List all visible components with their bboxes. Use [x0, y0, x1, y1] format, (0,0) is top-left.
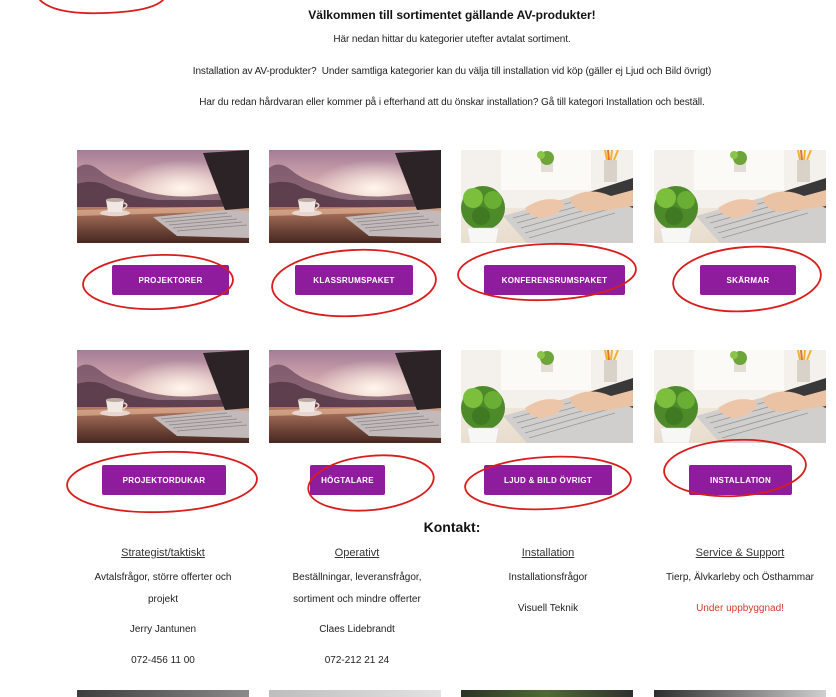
category-tile-hogtalare[interactable] — [269, 350, 441, 443]
contact-phone: 072-456 11 00 — [131, 655, 195, 666]
page-title: Välkommen till sortimentet gällande AV-p… — [308, 8, 596, 22]
contact-phone: 072-212 21 24 — [324, 655, 390, 666]
category-button-projektorer[interactable]: PROJEKTORER — [112, 265, 229, 295]
typing-laptop-plant-photo — [461, 150, 633, 243]
page: Välkommen till sortimentet gällande AV-p… — [0, 0, 836, 697]
contact-description-line: sortiment och mindre offerter — [293, 594, 421, 605]
category-tile-ljud-bild-ovrigt[interactable] — [461, 350, 633, 443]
intro-subtitle: Här nedan hittar du kategorier utefter a… — [333, 34, 571, 45]
laptop-sunset-photo — [77, 350, 249, 443]
typing-laptop-plant-photo — [654, 150, 826, 243]
contact-title: Kontakt: — [423, 519, 481, 535]
contact-company-name: Visuell Teknik — [517, 603, 579, 614]
typing-laptop-plant-photo — [461, 350, 633, 443]
category-tile-skarmar[interactable] — [654, 150, 826, 243]
category-button-klassrumspaket[interactable]: KLASSRUMSPAKET — [295, 265, 413, 295]
contact-column-installation: Installation Installationsfrågor Visuell… — [458, 546, 638, 671]
contact-description-line: Avtalsfrågor, större offerter och — [94, 572, 232, 583]
category-button-projektordukar[interactable]: PROJEKTORDUKAR — [102, 465, 226, 495]
status-notice: Under uppbyggnad! — [696, 603, 784, 614]
category-tile-installation[interactable] — [654, 350, 826, 443]
contact-description-line: Tierp, Älvkarleby och Östhammar — [665, 572, 814, 583]
next-row-image-edge — [269, 690, 441, 697]
laptop-sunset-photo — [269, 150, 441, 243]
contact-column-operative: Operativt Beställningar, leveransfrågor,… — [267, 546, 447, 671]
category-button-ljud-bild-ovrigt[interactable]: LJUD & BILD ÖVRIGT — [484, 465, 612, 495]
contact-person-name: Jerry Jantunen — [129, 624, 197, 635]
category-button-skarmar[interactable]: SKÄRMAR — [700, 265, 796, 295]
hardware-note: Har du redan hårdvaran eller kommer på i… — [199, 97, 705, 108]
next-row-image-edge — [654, 690, 826, 697]
next-row-image-edge — [461, 690, 633, 697]
contact-description-line: Beställningar, leveransfrågor, — [292, 572, 422, 583]
contact-heading-installation[interactable]: Installation — [458, 546, 638, 560]
next-row-image-edge — [77, 690, 249, 697]
category-button-hogtalare[interactable]: HÖGTALARE — [310, 465, 385, 495]
category-tile-projektorer[interactable] — [77, 150, 249, 243]
category-tile-projektordukar[interactable] — [77, 350, 249, 443]
contact-column-service-support: Service & Support Tierp, Älvkarleby och … — [650, 546, 830, 671]
contact-heading-service-support[interactable]: Service & Support — [650, 546, 830, 560]
category-button-konferensrumspaket[interactable]: KONFERENSRUMSPAKET — [484, 265, 625, 295]
category-button-installation[interactable]: INSTALLATION — [689, 465, 792, 495]
contact-heading-strategic[interactable]: Strategist/taktiskt — [73, 546, 253, 560]
contact-heading-operative[interactable]: Operativt — [267, 546, 447, 560]
category-tile-konferensrumspaket[interactable] — [461, 150, 633, 243]
installation-note: Installation av AV-produkter? Under samt… — [192, 66, 712, 77]
contact-column-strategic: Strategist/taktiskt Avtalsfrågor, större… — [73, 546, 253, 671]
contact-description-line: projekt — [147, 594, 178, 605]
typing-laptop-plant-photo — [654, 350, 826, 443]
contact-description-line: Installationsfrågor — [508, 572, 588, 583]
category-tile-klassrumspaket[interactable] — [269, 150, 441, 243]
laptop-sunset-photo — [269, 350, 441, 443]
contact-person-name: Claes Lidebrandt — [319, 624, 395, 635]
laptop-sunset-photo — [77, 150, 249, 243]
